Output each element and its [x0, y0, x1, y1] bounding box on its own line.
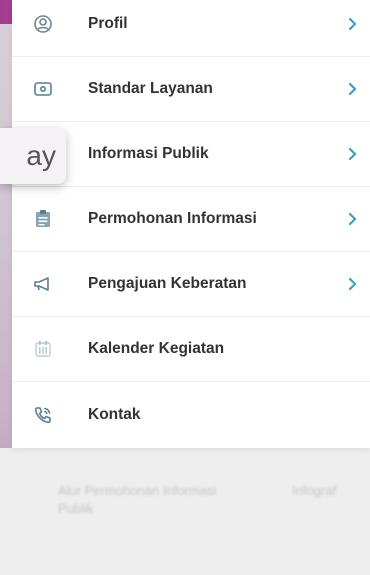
menu-item-permohonan-informasi[interactable]: Permohonan Informasi: [12, 187, 370, 252]
ghost-label-left: Alur Permohonan Informasi Publik: [58, 483, 217, 516]
form-icon: [32, 208, 54, 230]
megaphone-icon: [32, 273, 54, 295]
menu-item-label: Standar Layanan: [88, 80, 213, 97]
chevron-right-icon: [346, 82, 360, 96]
menu-item-label: Pengajuan Keberatan: [88, 275, 247, 292]
chevron-right-icon: [346, 277, 360, 291]
menu-item-label: Kontak: [88, 405, 141, 423]
menu-item-kalender-kegiatan[interactable]: Kalender Kegiatan: [12, 317, 370, 382]
user-icon: [32, 13, 54, 35]
menu-item-label: Informasi Publik: [88, 145, 209, 162]
chevron-right-icon: [346, 212, 360, 226]
card-icon: [32, 78, 54, 100]
menu-item-label: Kalender Kegiatan: [88, 340, 225, 357]
overlay-tooltip-chip: ay: [0, 128, 66, 184]
menu-item-kontak[interactable]: Kontak: [12, 382, 370, 447]
menu-item-label: Profil: [88, 15, 128, 32]
phone-icon: [32, 404, 54, 426]
chevron-right-icon: [346, 17, 360, 31]
menu-item-profil[interactable]: Profil: [12, 0, 370, 57]
menu-item-pengajuan-keberatan[interactable]: Pengajuan Keberatan: [12, 252, 370, 317]
calendar-icon: [32, 338, 54, 360]
menu-item-label: Permohonan Informasi: [88, 210, 257, 227]
navigation-drawer: Profil Standar Layanan Informasi Publik: [12, 0, 370, 448]
ghost-label-right: Infograf: [292, 483, 337, 498]
menu-item-standar-layanan[interactable]: Standar Layanan: [12, 57, 370, 122]
chevron-right-icon: [346, 147, 360, 161]
